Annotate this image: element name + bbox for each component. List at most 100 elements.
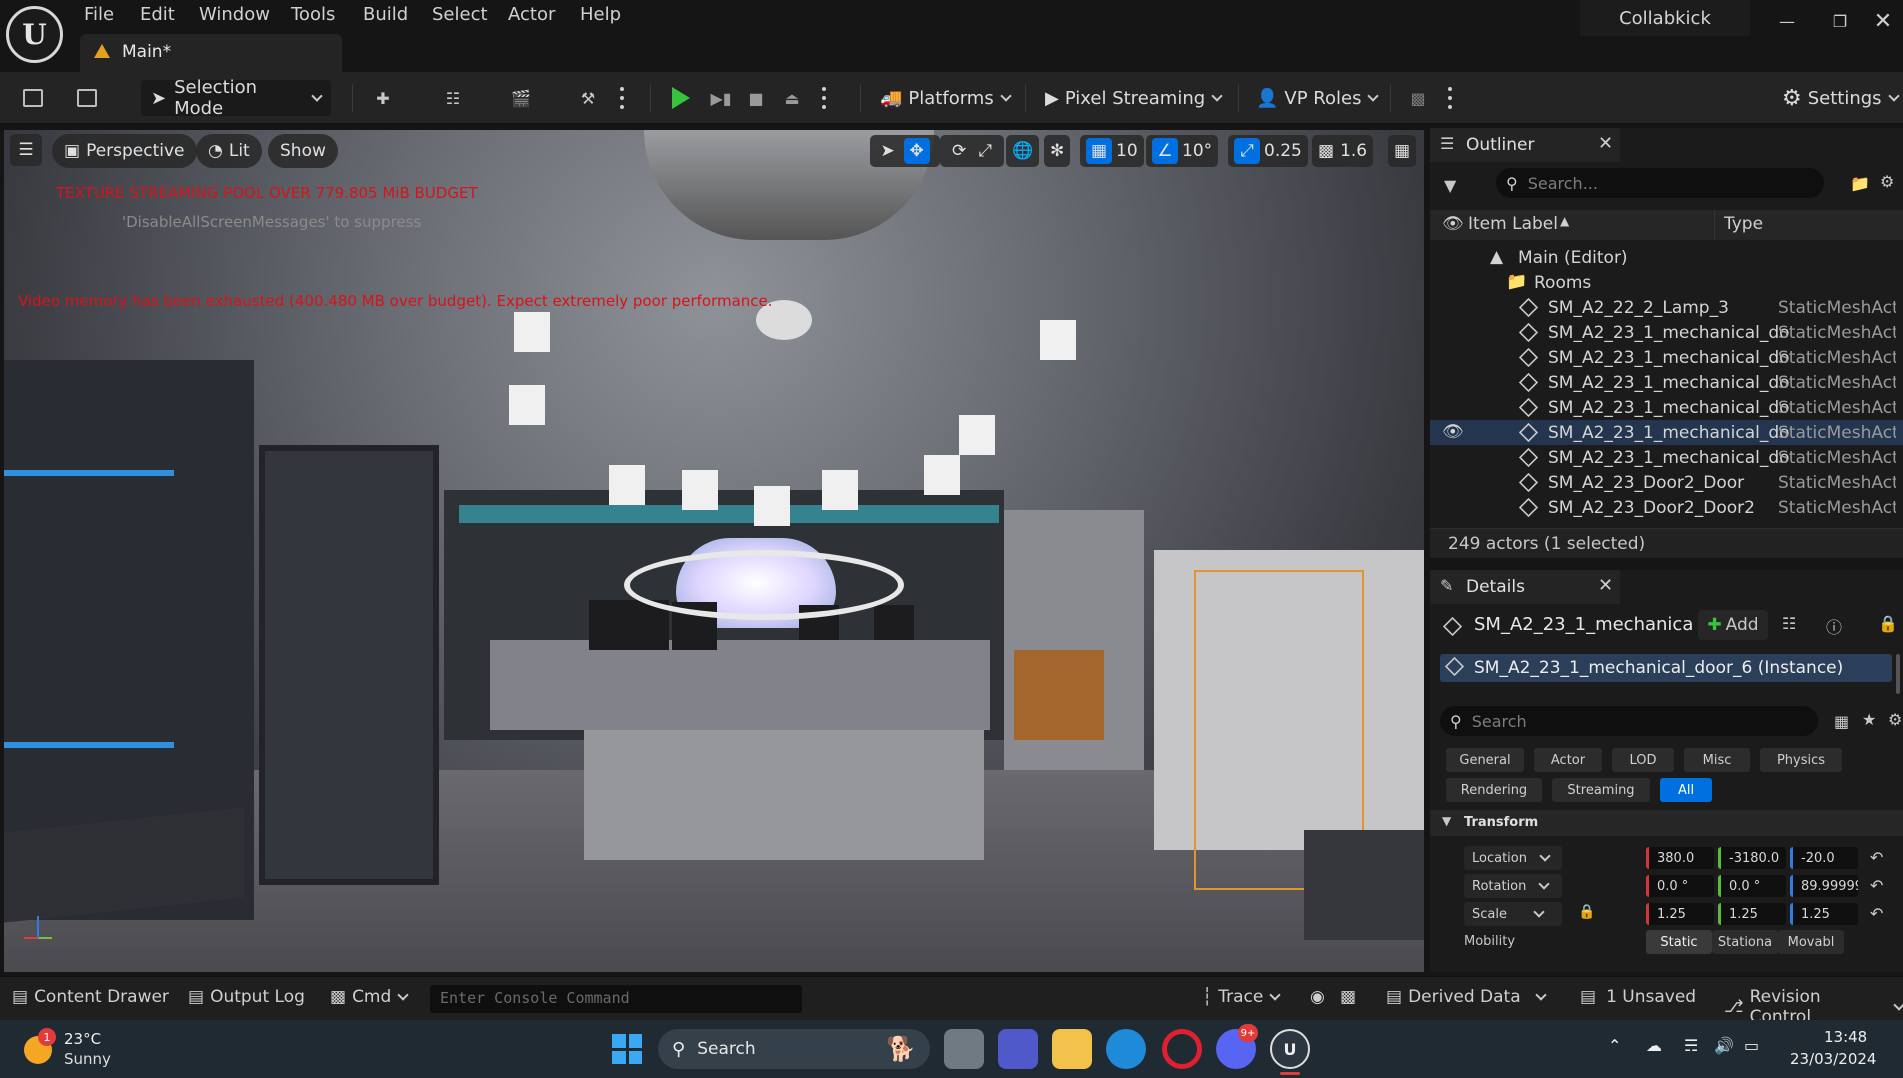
content-drawer-button[interactable]: ▤ Content Drawer bbox=[12, 987, 169, 1007]
viewport-layout-icon[interactable]: ▦ bbox=[1388, 135, 1417, 167]
rotate-tool-icon[interactable]: ⟳ bbox=[952, 141, 966, 161]
viewport-options-button[interactable]: ☰ bbox=[10, 134, 42, 166]
reset-icon[interactable]: ↶ bbox=[1870, 876, 1883, 895]
onedrive-icon[interactable]: ☁ bbox=[1646, 1036, 1662, 1055]
trace-button[interactable]: ┆ Trace bbox=[1202, 987, 1282, 1007]
menu-tools[interactable]: Tools bbox=[291, 4, 335, 28]
outliner-tab[interactable]: ☰ Outliner ✕ bbox=[1430, 128, 1620, 162]
multi-user-icon[interactable]: ▩ bbox=[1405, 86, 1431, 110]
mobility-stationary[interactable]: Stationa bbox=[1712, 930, 1778, 954]
more-tools-icon[interactable] bbox=[1446, 84, 1454, 112]
transform-section-header[interactable]: ▼ Transform bbox=[1430, 810, 1903, 836]
actor-name-field[interactable]: SM_A2_23_1_mechanical_c bbox=[1474, 614, 1694, 635]
filter-all[interactable]: All bbox=[1660, 778, 1712, 802]
clock-time[interactable]: 13:48 bbox=[1824, 1028, 1867, 1046]
mobility-static[interactable]: Static bbox=[1646, 930, 1712, 954]
stop-icon[interactable]: ■ bbox=[743, 86, 769, 110]
chevron-up-icon[interactable]: ⌃ bbox=[1608, 1036, 1621, 1055]
edge-icon[interactable] bbox=[1106, 1029, 1146, 1069]
weather-temp[interactable]: 23°C bbox=[64, 1030, 101, 1048]
table-row-selected[interactable]: 👁 SM_A2_23_1_mechanical_do StaticMeshAct bbox=[1430, 420, 1903, 445]
filter-rendering[interactable]: Rendering bbox=[1446, 778, 1542, 802]
col-type[interactable]: Type bbox=[1724, 214, 1763, 234]
star-icon[interactable]: ★ bbox=[1862, 710, 1876, 729]
filter-icon[interactable]: ▼ bbox=[1444, 176, 1456, 195]
scale-x-field[interactable]: 1.25 bbox=[1646, 903, 1714, 925]
settings-button[interactable]: ⚙ Settings bbox=[1772, 80, 1903, 116]
windows-start-icon[interactable] bbox=[612, 1034, 642, 1064]
menu-help[interactable]: Help bbox=[580, 4, 621, 28]
reset-icon[interactable]: ↶ bbox=[1870, 848, 1883, 867]
lock-icon[interactable]: 🔒 bbox=[1878, 614, 1898, 633]
world-space-icon[interactable]: 🌐 bbox=[1006, 135, 1040, 167]
show-button[interactable]: Show bbox=[268, 134, 338, 168]
add-actor-icon[interactable]: ✚ bbox=[370, 86, 396, 110]
task-view-icon[interactable] bbox=[944, 1029, 984, 1069]
clock-date[interactable]: 23/03/2024 bbox=[1790, 1050, 1876, 1068]
play-options-icon[interactable] bbox=[820, 84, 828, 112]
table-row[interactable]: SM_A2_23_Door2_Door2 StaticMeshAct bbox=[1430, 495, 1903, 520]
menu-window[interactable]: Window bbox=[199, 4, 270, 28]
lock-scale-icon[interactable]: 🔒 bbox=[1578, 904, 1595, 920]
unsaved-button[interactable]: ▤ 1 Unsaved bbox=[1580, 987, 1696, 1007]
table-row[interactable]: SM_A2_23_1_mechanical_do StaticMeshAct bbox=[1430, 395, 1903, 420]
translate-tool-icon[interactable]: ✥ bbox=[903, 138, 930, 164]
scale-tool-icon[interactable]: ⤢ bbox=[978, 141, 992, 161]
location-y-field[interactable]: -3180.0 bbox=[1718, 847, 1786, 869]
eject-icon[interactable]: ⏏ bbox=[779, 86, 805, 110]
filter-streaming[interactable]: Streaming bbox=[1552, 778, 1650, 802]
selection-mode-button[interactable]: ➤ Selection Mode bbox=[141, 77, 331, 119]
rotation-dropdown[interactable]: Rotation bbox=[1464, 874, 1562, 898]
close-icon[interactable]: ✕ bbox=[1598, 575, 1613, 596]
reset-icon[interactable]: ↶ bbox=[1870, 904, 1883, 923]
cinematics-icon[interactable]: 🎬 bbox=[508, 86, 534, 110]
close-window-icon[interactable]: ✕ bbox=[1863, 6, 1903, 36]
eye-icon[interactable]: 👁 bbox=[1442, 214, 1464, 234]
more-options-icon[interactable] bbox=[618, 84, 626, 112]
close-icon[interactable]: ✕ bbox=[1598, 133, 1613, 154]
platforms-button[interactable]: 🚚 Platforms bbox=[870, 80, 1020, 116]
scale-dropdown[interactable]: Scale bbox=[1464, 902, 1562, 926]
table-row[interactable]: SM_A2_23_1_mechanical_do StaticMeshAct bbox=[1430, 320, 1903, 345]
output-log-button[interactable]: ▤ Output Log bbox=[188, 987, 305, 1007]
add-folder-icon[interactable]: 📁 bbox=[1850, 174, 1870, 193]
filter-misc[interactable]: Misc bbox=[1684, 748, 1750, 772]
teams-icon[interactable] bbox=[998, 1029, 1038, 1069]
console-command-input[interactable]: Enter Console Command bbox=[430, 985, 802, 1013]
record-icon[interactable]: ◉ bbox=[1310, 987, 1325, 1007]
filter-actor[interactable]: Actor bbox=[1534, 748, 1602, 772]
filter-physics[interactable]: Physics bbox=[1760, 748, 1842, 772]
scale-snap-button[interactable]: ⤢ 0.25 bbox=[1228, 135, 1308, 167]
perspective-button[interactable]: ▣ Perspective bbox=[52, 134, 197, 168]
table-row[interactable]: SM_A2_23_1_mechanical_do StaticMeshAct bbox=[1430, 345, 1903, 370]
rotation-x-field[interactable]: 0.0 ° bbox=[1646, 875, 1714, 897]
rotation-snap-button[interactable]: ∠ 10° bbox=[1146, 135, 1219, 167]
volume-icon[interactable]: 🔊 bbox=[1714, 1036, 1734, 1055]
rotation-z-field[interactable]: 89.99999 bbox=[1790, 875, 1858, 897]
tree-item-world[interactable]: ▲ Main (Editor) bbox=[1430, 245, 1903, 270]
opera-icon[interactable] bbox=[1162, 1029, 1202, 1069]
select-tool-icon[interactable]: ➤ bbox=[880, 141, 894, 161]
play-icon[interactable] bbox=[668, 86, 694, 110]
screenshot-icon[interactable]: ▩ bbox=[1340, 987, 1356, 1007]
advance-frame-icon[interactable]: ▶▮ bbox=[708, 86, 734, 110]
gear-icon[interactable]: ⚙ bbox=[1888, 710, 1902, 729]
outliner-search-input[interactable]: ⚲ Search... bbox=[1496, 168, 1824, 198]
filter-lod[interactable]: LOD bbox=[1612, 748, 1674, 772]
restore-icon[interactable]: ❐ bbox=[1820, 6, 1860, 36]
content-browser-icon[interactable] bbox=[74, 86, 100, 110]
eye-icon[interactable]: 👁 bbox=[1442, 422, 1464, 442]
menu-edit[interactable]: Edit bbox=[140, 4, 175, 28]
unreal-taskbar-icon[interactable]: U bbox=[1270, 1029, 1310, 1069]
scale-z-field[interactable]: 1.25 bbox=[1790, 903, 1858, 925]
table-view-icon[interactable]: ▦ bbox=[1834, 712, 1849, 731]
vp-roles-button[interactable]: 👤 VP Roles bbox=[1246, 80, 1387, 116]
tree-item-folder[interactable]: 📁 Rooms bbox=[1430, 270, 1903, 295]
surface-snap-icon[interactable]: ✻ bbox=[1044, 135, 1071, 167]
details-search-input[interactable]: ⚲ Search bbox=[1440, 706, 1818, 736]
menu-select[interactable]: Select bbox=[432, 4, 488, 28]
settings-gear-icon[interactable]: ⚙ bbox=[1880, 172, 1894, 191]
grid-snap-button[interactable]: ▦ 10 bbox=[1080, 135, 1144, 167]
menu-build[interactable]: Build bbox=[363, 4, 408, 28]
location-x-field[interactable]: 380.0 bbox=[1646, 847, 1714, 869]
